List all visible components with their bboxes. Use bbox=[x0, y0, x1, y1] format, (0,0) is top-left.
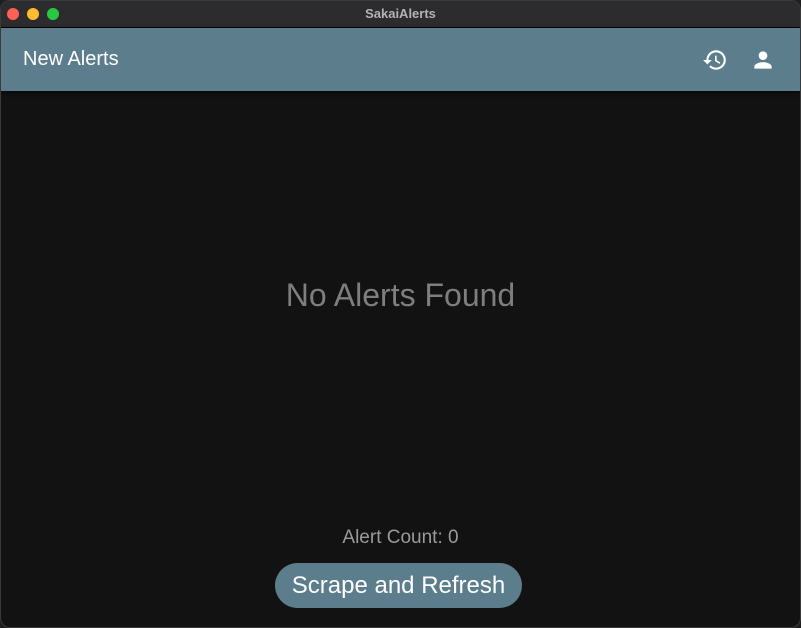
window-title: SakaiAlerts bbox=[365, 6, 436, 21]
alert-count-label: Alert Count: 0 bbox=[342, 527, 459, 548]
page-title: New Alerts bbox=[23, 48, 119, 70]
account-button[interactable] bbox=[750, 47, 776, 73]
scrape-and-refresh-button[interactable]: Scrape and Refresh bbox=[275, 563, 522, 608]
history-icon bbox=[703, 50, 726, 70]
app-window: SakaiAlerts New Alerts No Alerts Found A… bbox=[0, 0, 801, 628]
history-button[interactable] bbox=[702, 47, 728, 73]
person-icon bbox=[754, 51, 772, 69]
window-titlebar[interactable]: SakaiAlerts bbox=[1, 1, 800, 28]
empty-state-message: No Alerts Found bbox=[285, 277, 516, 313]
app-bar: New Alerts bbox=[1, 28, 800, 91]
